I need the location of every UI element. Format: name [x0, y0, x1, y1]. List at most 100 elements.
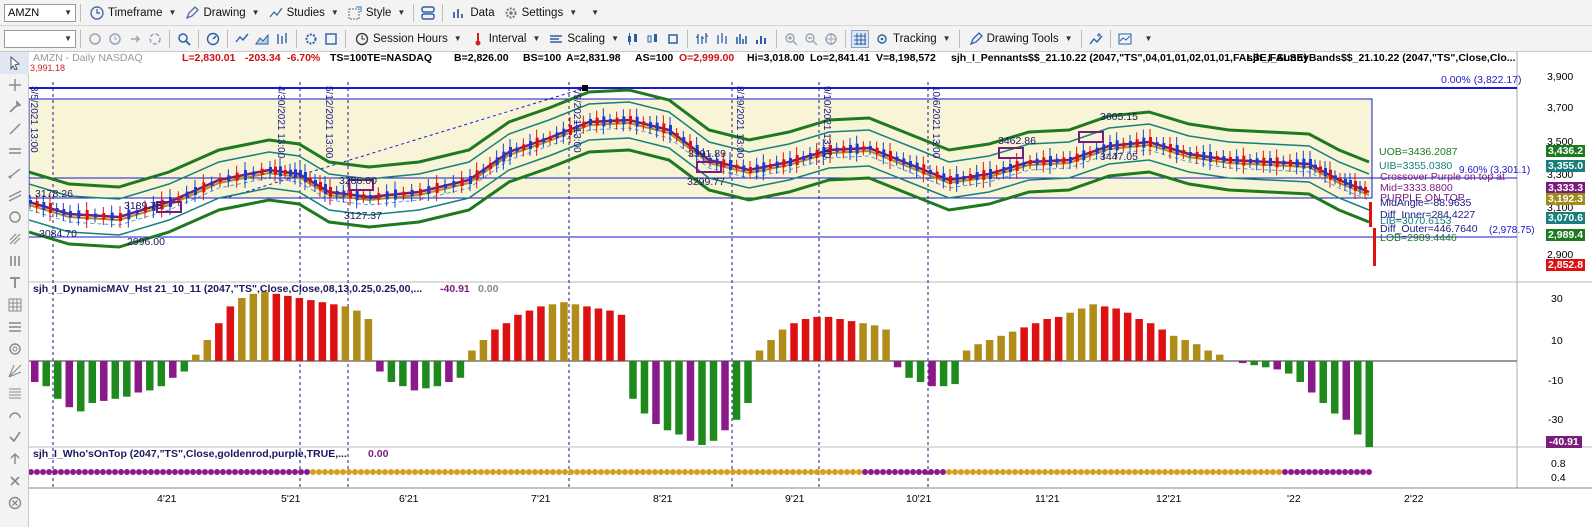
layout-icon[interactable]: [419, 4, 437, 22]
interval-label: Interval: [488, 32, 527, 45]
histogram-bar: [836, 319, 844, 361]
sync-icon[interactable]: [146, 30, 164, 48]
histogram-bar: [928, 361, 936, 387]
whos-on-top-dot: [1306, 469, 1312, 475]
symbol-combo[interactable]: AMZN ▼: [4, 3, 76, 22]
whos-on-top-dot: [100, 469, 106, 475]
line-chart-icon[interactable]: [233, 30, 251, 48]
speedometer-icon[interactable]: [204, 30, 222, 48]
zoom-out-icon[interactable]: [802, 30, 820, 48]
pitchfork-icon[interactable]: [0, 228, 29, 250]
histogram-icon[interactable]: [733, 30, 751, 48]
horizontal-line-icon[interactable]: [0, 140, 29, 162]
whos-on-top-dot: [880, 469, 886, 475]
whos-on-top-dot: [1360, 469, 1366, 475]
area-chart-icon[interactable]: [253, 30, 271, 48]
pointer-icon[interactable]: [0, 52, 29, 74]
history-icon[interactable]: [106, 30, 124, 48]
candle-icon[interactable]: [624, 30, 642, 48]
crosshair-tool-icon[interactable]: [0, 74, 29, 96]
zoom-in-icon[interactable]: [782, 30, 800, 48]
table-tool-icon[interactable]: [0, 294, 29, 316]
price-candle: [682, 137, 686, 143]
price-candle: [1122, 142, 1126, 147]
price-candle: [642, 121, 646, 126]
histogram-bar: [870, 325, 879, 361]
ray-icon[interactable]: [0, 162, 29, 184]
ohlc-bar-alt-icon[interactable]: [713, 30, 731, 48]
tracking-menu[interactable]: Tracking ▼: [870, 28, 955, 50]
whos-on-top-dot: [1030, 469, 1036, 475]
price-candle: [995, 170, 999, 174]
crosshair-icon[interactable]: [822, 30, 840, 48]
price-candle: [402, 191, 406, 196]
drawing-tools-menu[interactable]: Drawing Tools ▼: [964, 28, 1077, 50]
circle-tool-icon[interactable]: [0, 206, 29, 228]
trendline-icon[interactable]: [0, 118, 29, 140]
price-candle: [62, 209, 66, 215]
close-icon[interactable]: [0, 492, 29, 514]
delete-icon[interactable]: [0, 470, 29, 492]
price-candle: [369, 195, 372, 199]
drawing-menu[interactable]: Drawing ▼: [180, 2, 263, 24]
price-candle: [419, 189, 422, 195]
price-candle: [1309, 159, 1312, 169]
style-menu[interactable]: Style ▼: [343, 2, 410, 24]
overflow-menu[interactable]: ▼: [581, 2, 603, 24]
check-tool-icon[interactable]: [0, 426, 29, 448]
spiral-icon[interactable]: [0, 338, 29, 360]
price-candle: [922, 164, 926, 175]
histogram-bar: [1100, 306, 1109, 361]
indicator-menu[interactable]: ▼: [1135, 28, 1157, 50]
chart-area[interactable]: AMZN - Daily NASDAQ 3,991.18 L=2,830.01 …: [28, 52, 1592, 527]
candle-color-icon[interactable]: [664, 30, 682, 48]
list-tool-icon[interactable]: [0, 382, 29, 404]
channel-icon[interactable]: [0, 184, 29, 206]
ohlc-bar-icon[interactable]: [693, 30, 711, 48]
histogram-bar: [203, 340, 212, 361]
text-tool-icon[interactable]: [0, 272, 29, 294]
indicator-icon[interactable]: [1116, 30, 1134, 48]
zoom-icon[interactable]: [175, 30, 193, 48]
trade-size: TS=100: [330, 52, 368, 64]
refresh-icon[interactable]: [86, 30, 104, 48]
session-hours-menu[interactable]: Session Hours ▼: [350, 28, 466, 50]
grid-tool-icon[interactable]: [0, 316, 29, 338]
annotation-value: 3286.00: [339, 175, 377, 187]
price-candle: [1055, 158, 1059, 163]
interval-combo[interactable]: ▼: [4, 29, 76, 48]
chevron-down-icon: ▼: [1064, 34, 1073, 43]
timeframe-menu[interactable]: Timeframe ▼: [85, 2, 180, 24]
whos-on-top-dot: [376, 469, 382, 475]
bar-chart-icon[interactable]: [273, 30, 291, 48]
cycle-icon[interactable]: [0, 404, 29, 426]
histogram-bar: [617, 314, 626, 361]
annotation-value: 3189.76: [124, 200, 162, 212]
scaling-menu[interactable]: Scaling ▼: [544, 28, 623, 50]
format-icon[interactable]: [322, 30, 340, 48]
dynamic-mav-value: -40.91: [440, 283, 470, 295]
candle-hollow-icon[interactable]: [644, 30, 662, 48]
price-candle: [482, 168, 486, 173]
interval-menu[interactable]: Interval ▼: [466, 28, 545, 50]
wrench-icon[interactable]: [0, 96, 29, 118]
whos-on-top-dot: [1150, 469, 1156, 475]
studies-menu[interactable]: Studies ▼: [264, 2, 343, 24]
volume-icon[interactable]: [753, 30, 771, 48]
settings-gear-icon[interactable]: [302, 30, 320, 48]
whos-on-top-dot: [790, 469, 796, 475]
bars-tool-icon[interactable]: [0, 250, 29, 272]
whos-on-top-dot: [232, 469, 238, 475]
arrow-up-icon[interactable]: [0, 448, 29, 470]
price-candle: [869, 146, 872, 150]
whos-on-top-dot: [634, 469, 640, 475]
add-study-icon[interactable]: [1087, 30, 1105, 48]
main-toolbar: AMZN ▼ Timeframe ▼ Drawing ▼ Studies ▼ Style…: [0, 0, 1592, 26]
scroll-icon[interactable]: [126, 30, 144, 48]
data-menu[interactable]: Data: [447, 2, 498, 24]
settings-menu[interactable]: Settings ▼: [499, 2, 581, 24]
histogram-bar: [502, 323, 511, 361]
fan-icon[interactable]: [0, 360, 29, 382]
grid-icon[interactable]: [851, 29, 869, 48]
chevron-down-icon: ▼: [532, 34, 541, 43]
